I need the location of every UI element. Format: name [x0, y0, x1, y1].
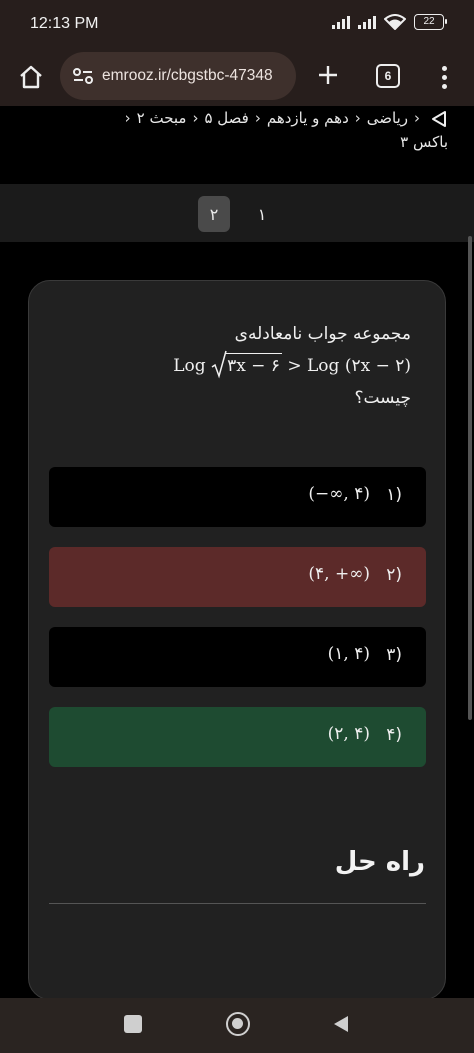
options-list: ۱) (−∞, ۴) ۲) (۴, +∞) ۳) (۱, ۴) ۴) (۲, ۴… [49, 467, 426, 787]
new-tab-button[interactable] [313, 60, 343, 90]
breadcrumb-item[interactable]: فصل ۵ [204, 109, 248, 127]
option-number: ۳) [386, 645, 402, 665]
play-arrow-icon [432, 110, 446, 127]
signal-icon [358, 15, 376, 29]
breadcrumb: ‹ ریاضی ‹ دهم و یازدهم ‹ فصل ۵ ‹ مبحث ۲ ‹ باکس ۳ [16, 106, 448, 182]
breadcrumb-item[interactable]: دهم و یازدهم [267, 109, 349, 127]
scrollbar[interactable] [468, 236, 472, 720]
divider [49, 903, 426, 904]
breadcrumb-current: باکس ۳ [400, 133, 448, 151]
system-nav-bar [0, 998, 474, 1053]
page-button-2[interactable]: ۲ [198, 196, 230, 232]
option-2[interactable]: ۲) (۴, +∞) [49, 547, 426, 607]
option-value: (۴, +∞) [308, 564, 370, 584]
option-number: ۲) [386, 565, 402, 585]
back-button[interactable] [332, 1014, 350, 1034]
option-value: (−∞, ۴) [308, 484, 370, 504]
option-3[interactable]: ۳) (۱, ۴) [49, 627, 426, 687]
chevron-icon: ‹ [254, 109, 261, 127]
breadcrumb-item[interactable]: ریاضی [367, 109, 408, 127]
chevron-icon: ‹ [124, 109, 131, 127]
battery-icon: 22 [414, 14, 447, 30]
question-formula: Log ۳x − ۶ > Log (۲x − ۲) [81, 350, 411, 379]
recents-button[interactable] [124, 1015, 142, 1033]
more-menu-button[interactable] [432, 60, 456, 94]
option-number: ۱) [386, 485, 402, 505]
option-value: (۲, ۴) [327, 724, 370, 744]
option-value: (۱, ۴) [327, 644, 370, 664]
browser-toolbar: emrooz.ir/cbgstbc-47348 6 [0, 48, 474, 106]
formula-log: Log [173, 356, 206, 376]
address-bar[interactable]: emrooz.ir/cbgstbc-47348 [60, 52, 296, 100]
question-card: مجموعه جواب نامعادله‌ی Log ۳x − ۶ > Log … [28, 280, 446, 1000]
chevron-icon: ‹ [414, 109, 420, 127]
home-nav-button[interactable] [226, 1012, 250, 1036]
chevron-icon: ‹ [192, 109, 199, 127]
status-time: 12:13 PM [30, 15, 99, 32]
breadcrumb-item[interactable]: مبحث ۲ [137, 109, 187, 127]
option-number: ۴) [386, 725, 402, 745]
home-button[interactable] [14, 60, 48, 94]
home-icon [20, 65, 42, 89]
option-1[interactable]: ۱) (−∞, ۴) [49, 467, 426, 527]
tab-switcher-button[interactable]: 6 [376, 64, 400, 88]
question-prefix: مجموعه جواب نامعادله‌ی [234, 324, 411, 344]
wifi-icon [384, 14, 406, 30]
page-button-1[interactable]: ۱ [246, 196, 278, 232]
sqrt-body: ۳x − ۶ [225, 353, 282, 376]
site-settings-icon[interactable] [72, 67, 94, 85]
question-text: مجموعه جواب نامعادله‌ی Log ۳x − ۶ > Log … [81, 321, 411, 411]
pager: ۲ ۱ [198, 196, 278, 232]
solution-title: راه حل [334, 847, 425, 877]
sqrt-icon [211, 350, 227, 379]
question-suffix: چیست؟ [354, 388, 411, 408]
option-4[interactable]: ۴) (۲, ۴) [49, 707, 426, 767]
sqrt-expression: ۳x − ۶ [211, 350, 282, 379]
plus-icon [319, 66, 337, 84]
status-icons: 22 [332, 14, 447, 30]
url-text: emrooz.ir/cbgstbc-47348 [102, 67, 273, 84]
pager-band: ۲ ۱ [0, 184, 474, 242]
chevron-icon: ‹ [354, 109, 361, 127]
formula-right: > Log (۲x − ۲) [281, 356, 411, 376]
signal-icon [332, 15, 350, 29]
status-bar: 12:13 PM 22 [0, 0, 474, 48]
